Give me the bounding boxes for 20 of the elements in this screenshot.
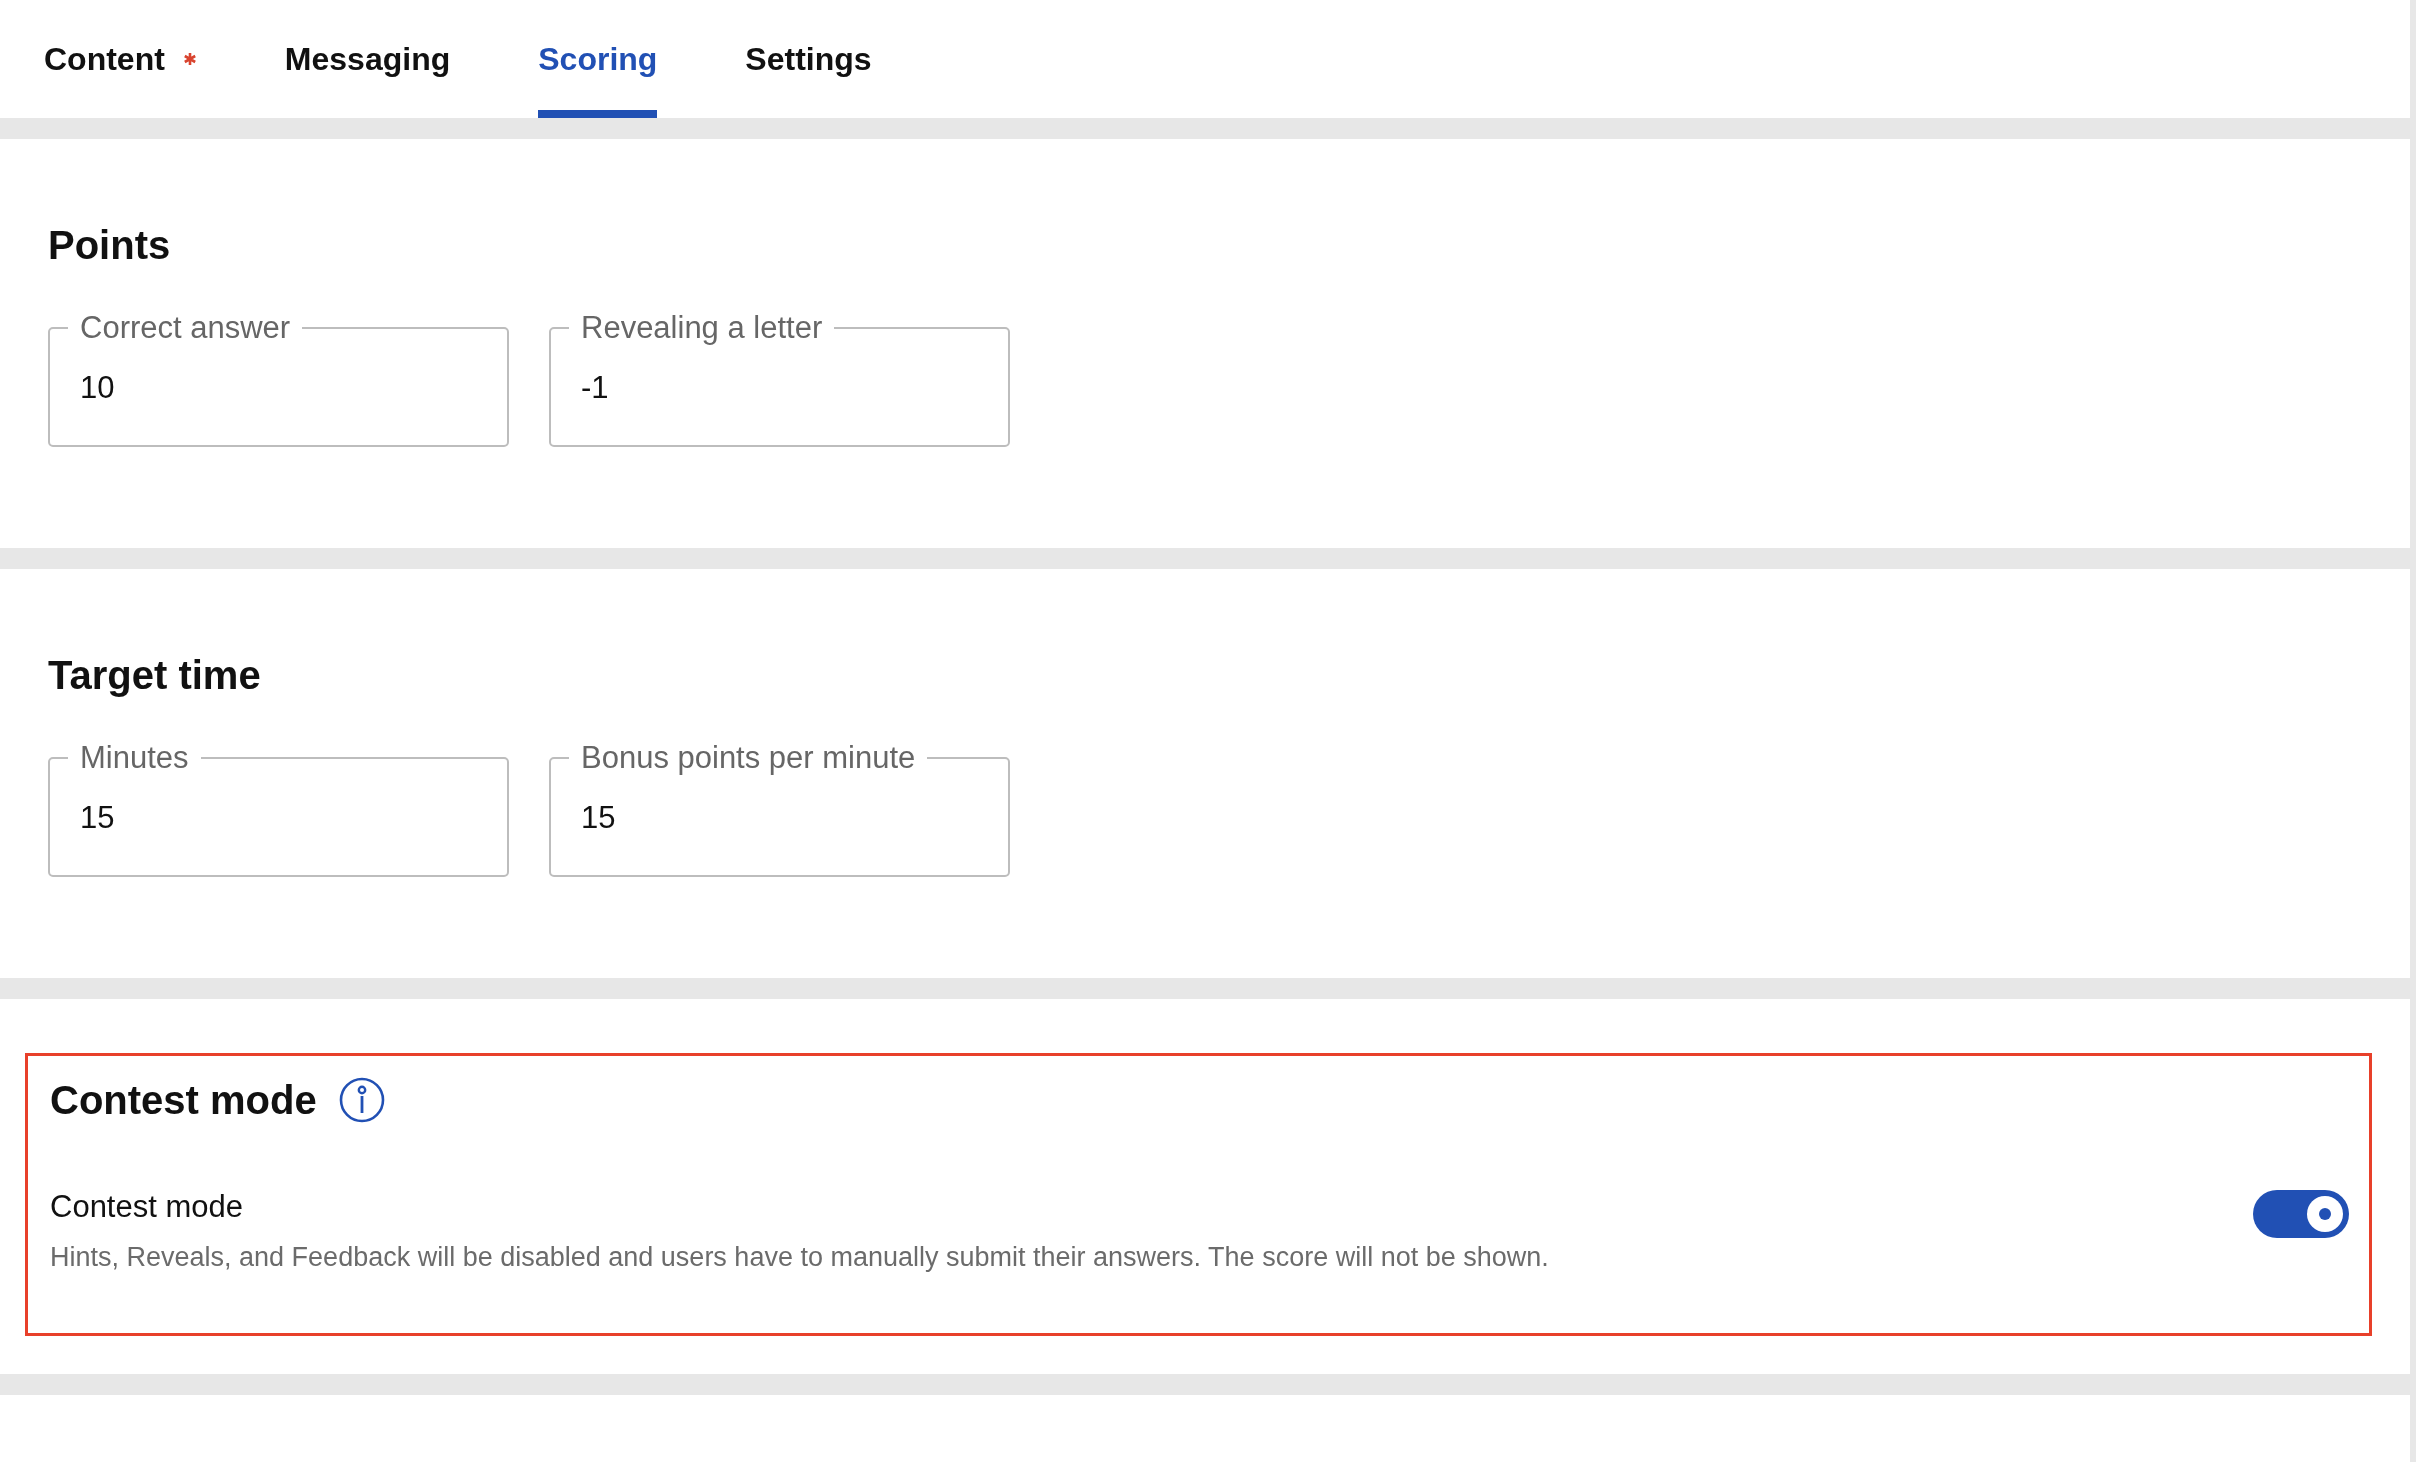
section-heading: Contest mode (50, 1077, 317, 1124)
required-asterisk-icon (182, 52, 197, 66)
number-field[interactable]: Minutes 15 (48, 742, 509, 877)
field-label: Correct answer (79, 312, 292, 343)
field-input[interactable]: 15 (80, 773, 477, 842)
tab[interactable]: Settings (745, 0, 872, 118)
section-heading: Points (48, 222, 171, 269)
number-field[interactable]: Revealing a letter -1 (549, 312, 1010, 447)
field-label: Bonus points per minute (580, 742, 917, 773)
field-input[interactable]: 10 (80, 343, 477, 412)
number-field[interactable]: Bonus points per minute 15 (549, 742, 1010, 877)
tab[interactable]: Messaging (284, 0, 451, 118)
setting-description: Hints, Reveals, and Feedback will be disabled and users have to manually submit their answers. The score will not be shown. (50, 1240, 1549, 1274)
info-icon[interactable] (338, 1077, 385, 1123)
tab[interactable]: Content (44, 0, 197, 118)
section-heading: Target time (48, 652, 261, 699)
field-label: Revealing a letter (580, 312, 824, 343)
field-label: Minutes (79, 742, 190, 773)
toggle-switch[interactable] (2253, 1189, 2349, 1238)
setting-label: Contest mode (50, 1188, 244, 1226)
